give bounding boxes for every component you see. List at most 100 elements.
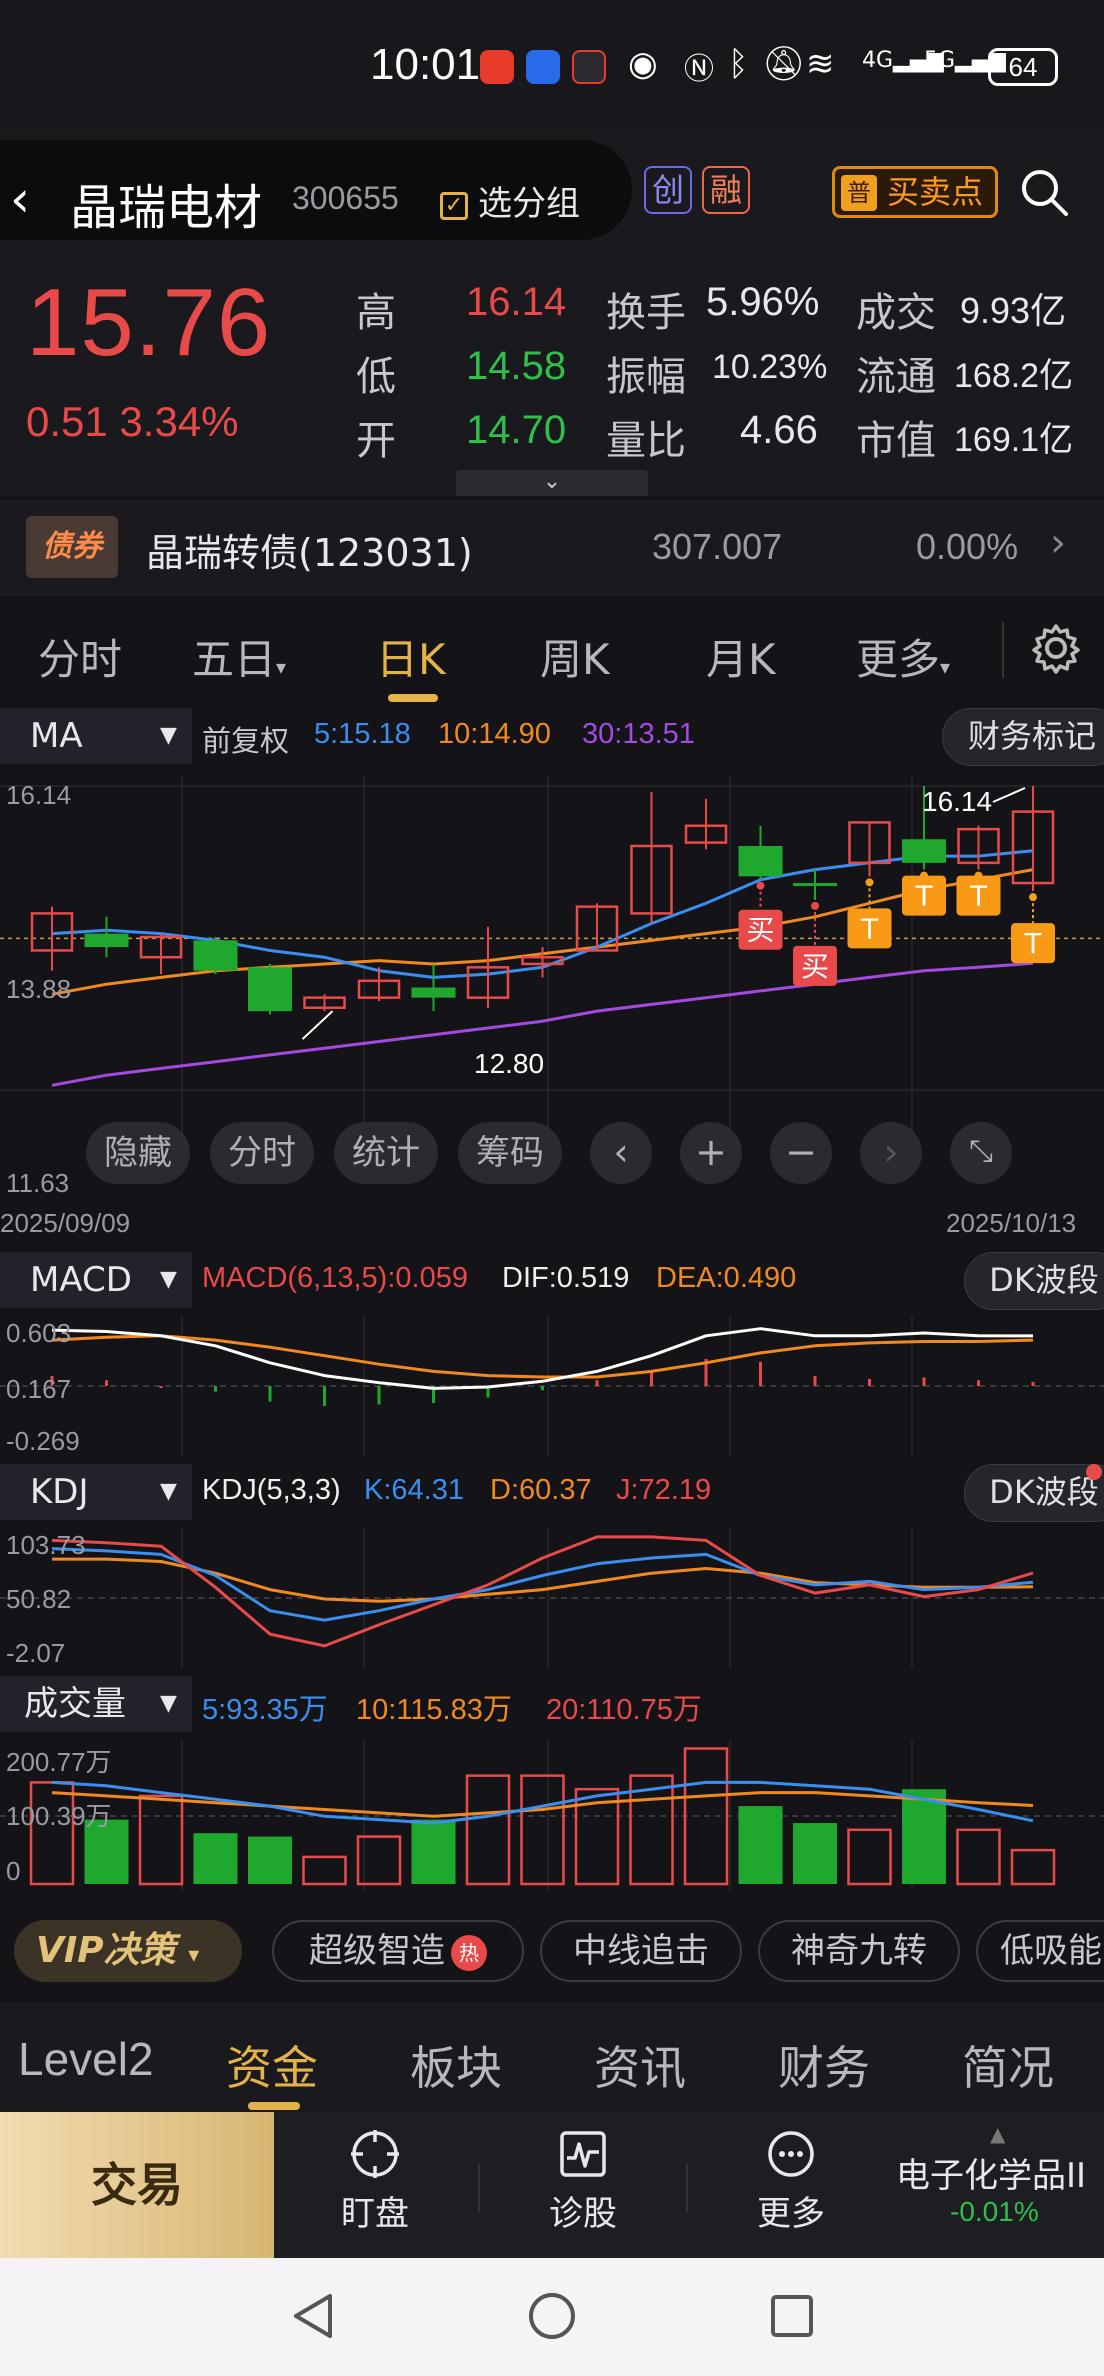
tab-profile[interactable]: 简况 <box>962 2032 1054 2098</box>
bond-badge: 债券 <box>26 516 118 578</box>
dk-band-button[interactable]: DK波段 <box>964 1252 1104 1310</box>
scroll-left-icon[interactable]: ‹ <box>590 1122 652 1184</box>
feature-midline-chase[interactable]: 中线追击 <box>540 1920 742 1982</box>
tab-monthly-k[interactable]: 月K <box>706 626 776 687</box>
stock-name: 晶瑞电材 <box>70 180 263 236</box>
hide-button[interactable]: 隐藏 <box>86 1122 190 1184</box>
tab-sectors[interactable]: 板块 <box>410 2032 502 2098</box>
kdj-j-line <box>51 1535 1034 1648</box>
hot-badge: 热 <box>451 1934 487 1971</box>
sector-name[interactable]: 电子化学品II <box>896 2148 1086 2197</box>
chips-button[interactable]: 筹码 <box>458 1122 562 1184</box>
kdj-indicator-label: KDJ <box>30 1472 89 1512</box>
indicator-select-ma[interactable]: MA ▼ <box>0 708 192 764</box>
search-icon[interactable] <box>1018 166 1070 218</box>
vol-ma20-value: 20:110.75万 <box>546 1694 702 1726</box>
scroll-right-icon: › <box>860 1122 922 1184</box>
tab-news[interactable]: 资讯 <box>594 2032 686 2098</box>
volume-bar <box>411 1819 456 1884</box>
indicator-select-macd[interactable]: MACD ▼ <box>0 1252 192 1308</box>
intraday-button[interactable]: 分时 <box>210 1122 314 1184</box>
buy-signal-label: 买 <box>801 950 829 983</box>
tab-five-day[interactable]: 五日▾ <box>192 626 286 687</box>
back-nav-icon[interactable] <box>288 2290 340 2342</box>
indicator-label: MA <box>30 716 83 756</box>
bluetooth-icon: ᛒ <box>728 44 749 84</box>
more-button[interactable]: 更多 <box>716 2128 866 2235</box>
tab-intraday[interactable]: 分时 <box>38 626 122 687</box>
divider <box>1002 622 1004 678</box>
current-price: 15.76 <box>26 269 272 376</box>
pulse-chart-icon <box>560 2131 606 2177</box>
active-tab-indicator <box>388 694 438 702</box>
tab-finance[interactable]: 财务 <box>778 2032 870 2098</box>
select-group-label: 选分组 <box>478 184 580 224</box>
caret-up-icon: ▲ <box>990 2122 1006 2146</box>
float-label: 流通 <box>856 354 936 400</box>
low-marker-line <box>301 1010 334 1040</box>
t-signal-label: T <box>914 880 933 913</box>
tag-chuang[interactable]: 创 <box>644 166 692 214</box>
adjust-label[interactable]: 前复权 <box>202 718 289 760</box>
vip-decision-button[interactable]: VIP决策 ▾ <box>14 1920 242 1982</box>
buysell-label: 买卖点 <box>887 173 984 211</box>
fullscreen-icon[interactable]: ⤡ <box>950 1122 1012 1184</box>
candle-body <box>248 967 292 1012</box>
caret-down-icon: ▾ <box>188 1943 200 1968</box>
convertible-bond-row[interactable]: 债券 晶瑞转债(123031) 307.007 0.00% › <box>0 500 1104 596</box>
status-time: 10:01 <box>370 40 481 89</box>
watch-button[interactable]: 盯盘 <box>300 2128 450 2235</box>
y-axis-bottom: 11.63 <box>6 1168 70 1198</box>
vol-y-top: 200.77万 <box>6 1747 112 1777</box>
volume-ratio-label: 量比 <box>606 418 686 464</box>
dea-value: DEA:0.490 <box>656 1262 797 1294</box>
indicator-select-volume[interactable]: 成交量 ▼ <box>0 1676 192 1732</box>
tab-more[interactable]: 更多▾ <box>856 626 950 687</box>
kline-period-tabs: 分时 五日▾ 日K 周K 月K 更多▾ <box>0 598 1104 702</box>
turnover-label: 换手 <box>606 290 686 336</box>
recents-nav-icon[interactable] <box>766 2290 818 2342</box>
zoom-in-icon[interactable]: + <box>680 1122 742 1184</box>
y-axis-mid: 13.88 <box>6 974 72 1004</box>
expand-quote-button[interactable]: ⌄ <box>456 470 648 496</box>
tab-funds[interactable]: 资金 <box>226 2032 318 2098</box>
tag-rong[interactable]: 融 <box>702 166 750 214</box>
kdj-params: KDJ(5,3,3) <box>202 1474 341 1506</box>
tab-more-label: 更多 <box>856 635 941 684</box>
statistics-button[interactable]: 统计 <box>334 1122 438 1184</box>
mktcap-value: 169.1亿 <box>954 421 1074 459</box>
macd-indicator-label: MACD <box>30 1260 132 1300</box>
home-nav-icon[interactable] <box>526 2290 578 2342</box>
dk-band-button[interactable]: DK波段 <box>964 1464 1104 1522</box>
bond-name: 晶瑞转债(123031) <box>146 531 473 575</box>
feature-magic-nine[interactable]: 神奇九转 <box>758 1920 960 1982</box>
tab-weekly-k[interactable]: 周K <box>540 626 610 687</box>
kdj-k-value: K:64.31 <box>364 1474 464 1506</box>
mktcap-label: 市值 <box>856 418 936 464</box>
mute-icon: 🔕︎ <box>762 44 806 84</box>
candle-body <box>793 883 837 887</box>
ma-legend-row: MA ▼ 前复权 5:15.18 10:14.90 30:13.51 财务标记 <box>0 708 1104 766</box>
tab-level2[interactable]: Level2 <box>18 2032 154 2086</box>
feature-super-zhizao[interactable]: 超级智造热 <box>272 1920 524 1982</box>
buy-signal-label: 买 <box>746 914 774 947</box>
indicator-select-kdj[interactable]: KDJ ▼ <box>0 1464 192 1520</box>
tab-daily-k[interactable]: 日K <box>376 626 446 687</box>
finance-mark-button[interactable]: 财务标记 <box>942 708 1104 766</box>
select-group-button[interactable]: ✓ 选分组 <box>440 176 580 225</box>
zoom-out-icon[interactable]: − <box>770 1122 832 1184</box>
wifi-icon: ≋ <box>806 44 835 84</box>
stock-name-pill[interactable]: ‹ 晶瑞电材 300655 ✓ 选分组 <box>0 140 632 240</box>
kdj-j-value: J:72.19 <box>616 1474 712 1506</box>
high-value: 16.14 <box>466 280 567 324</box>
change-percent: 3.34% <box>119 398 239 445</box>
caret-down-icon: ▾ <box>940 655 951 679</box>
gear-icon[interactable] <box>1030 622 1082 674</box>
feature-low-buy[interactable]: 低吸能 <box>976 1920 1104 1982</box>
trade-button[interactable]: 交易 <box>0 2112 274 2258</box>
back-icon[interactable]: ‹ <box>10 170 30 228</box>
checkbox-icon: ✓ <box>440 191 468 220</box>
chevron-down-icon: ⌄ <box>542 469 562 494</box>
diagnose-button[interactable]: 诊股 <box>508 2128 658 2235</box>
buysell-point-button[interactable]: 普买卖点 <box>832 166 998 218</box>
